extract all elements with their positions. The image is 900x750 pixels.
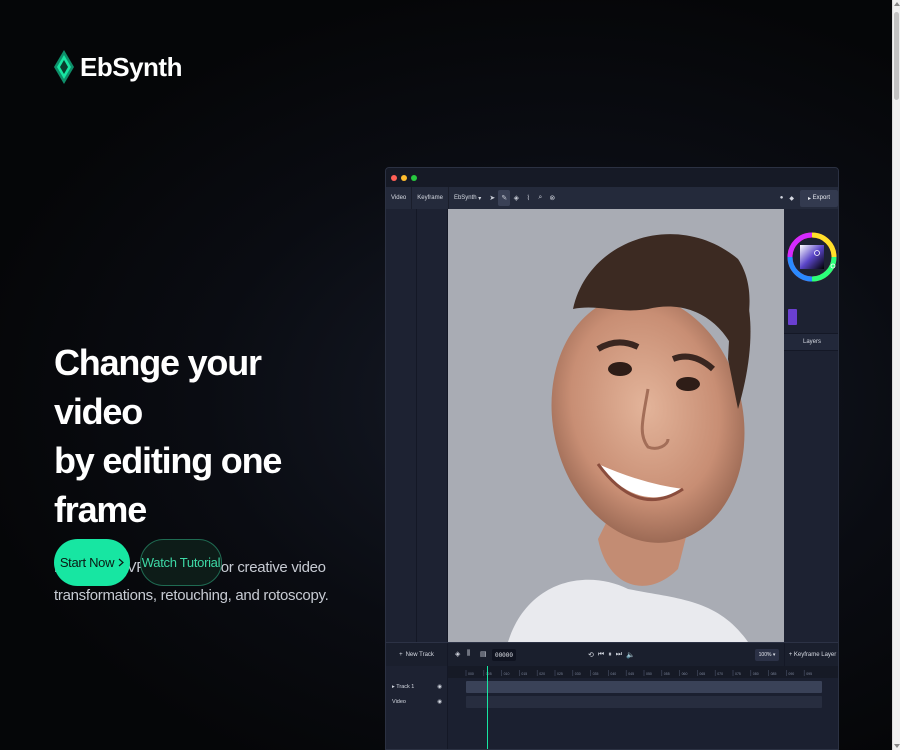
app-window: Video Keyframe EbSynth ▾ ➤ ✎ ◈ ⌇ ⌕ ⊗ ● ◆… xyxy=(385,167,839,750)
ruler-tick-label: 065 xyxy=(699,672,705,676)
site-logo[interactable]: EbSynth xyxy=(54,50,182,84)
keyframe-diamond-icon[interactable]: ◈ xyxy=(455,650,460,658)
tab-ebsynth[interactable]: EbSynth ▾ xyxy=(449,187,486,209)
tab-video[interactable]: Video xyxy=(386,187,413,209)
keyframe-layer-button[interactable]: + Keyframe Layer xyxy=(784,643,838,667)
scroll-up-arrow-icon[interactable] xyxy=(894,2,900,6)
zoom-select[interactable]: 100% ▾ xyxy=(755,649,779,661)
hero-title-line1: Change your video xyxy=(54,342,262,432)
selected-color-swatch[interactable] xyxy=(788,309,797,325)
skip-forward-icon[interactable]: ⏭ xyxy=(616,651,622,659)
start-now-label: Start Now xyxy=(59,555,115,570)
chevron-down-icon: ▾ xyxy=(478,195,482,202)
hero-title-line2: by editing one frame xyxy=(54,440,282,530)
brush-icon[interactable]: ✎ xyxy=(498,190,511,206)
chevron-right-icon xyxy=(118,558,125,567)
scrollbar-thumb[interactable] xyxy=(894,12,899,100)
ruler-tick-label: 085 xyxy=(771,672,777,676)
brand-name: EbSynth xyxy=(80,51,182,82)
bell-icon[interactable]: ◆ xyxy=(789,195,794,202)
ruler-tick-label: 035 xyxy=(593,672,599,676)
ruler-tick-label: 015 xyxy=(521,672,527,676)
ruler-tick-label: 025 xyxy=(557,672,563,676)
cta-group: Start Now Watch Tutorial xyxy=(54,539,222,586)
timeline-ruler[interactable]: 000 005 010 015 020 025 030 035 040 045 050 055 060 0… xyxy=(448,666,838,678)
loop-icon[interactable]: ⟲ xyxy=(588,651,594,659)
toolbar-right: ● ◆ ▸ Export xyxy=(780,187,838,209)
track-row-1[interactable]: ▸ Track 1 ◉ xyxy=(386,679,448,694)
keyframe-layer-label: Keyframe Layer xyxy=(793,652,837,658)
window-titlebar xyxy=(386,168,838,187)
playhead[interactable] xyxy=(487,666,488,749)
select-icon[interactable]: ➤ xyxy=(486,190,498,206)
ruler-tick-label: 055 xyxy=(664,672,670,676)
eye-icon[interactable]: ◉ xyxy=(437,684,442,690)
watch-tutorial-button[interactable]: Watch Tutorial xyxy=(140,539,222,586)
track-list: ▸ Track 1 ◉ Video ◉ xyxy=(386,666,448,749)
tab-keyframe-label: Keyframe xyxy=(417,195,443,201)
frame-counter-value: 00000 xyxy=(494,651,513,659)
video-track-clip[interactable] xyxy=(466,696,822,708)
watch-tutorial-label: Watch Tutorial xyxy=(141,555,221,570)
lasso-icon[interactable]: ⊗ xyxy=(546,190,558,206)
color-wheel[interactable] xyxy=(784,211,839,311)
left-panel-secondary xyxy=(417,209,448,642)
ruler-tick-label: 090 xyxy=(788,672,794,676)
track-1-clip[interactable] xyxy=(466,681,822,693)
skip-back-icon[interactable]: ⏮ xyxy=(598,651,604,659)
page-scrollbar[interactable] xyxy=(892,0,900,750)
left-panel xyxy=(386,209,417,642)
track-video-name: Video xyxy=(392,698,406,705)
layers-label: Layers xyxy=(802,339,821,345)
zoom-value: 100% xyxy=(758,652,772,658)
portrait-frame-image xyxy=(448,209,784,642)
playback-controls: + New Track ◈ ⫼ ▤ 00000 ⟲ ⏮ ⏸ ⏭ 🔈 100% ▾… xyxy=(386,642,838,667)
ruler-tick-label: 045 xyxy=(628,672,634,676)
track-1-name: ▸ Track 1 xyxy=(392,683,415,690)
start-now-button[interactable]: Start Now xyxy=(54,539,130,586)
ruler-tick-label: 020 xyxy=(539,672,545,676)
ruler-tick-label: 030 xyxy=(575,672,581,676)
user-icon[interactable]: ● xyxy=(780,195,784,201)
new-track-label: New Track xyxy=(405,652,434,658)
pause-icon[interactable]: ⏸ xyxy=(608,651,612,659)
eraser-icon[interactable]: ◈ xyxy=(510,190,522,206)
track-row-video[interactable]: Video ◉ xyxy=(386,694,448,709)
trash-icon[interactable]: ▤ xyxy=(480,650,487,658)
close-window-icon[interactable] xyxy=(391,174,397,181)
ruler-tick-label: 095 xyxy=(806,672,812,676)
layers-header[interactable]: Layers xyxy=(784,333,838,351)
maximize-window-icon[interactable] xyxy=(411,174,417,181)
timeline-area[interactable] xyxy=(448,678,838,749)
ruler-tick-label: 000 xyxy=(468,672,474,676)
hero-title: Change your video by editing one frame xyxy=(54,338,354,534)
picker-icon[interactable]: ⌕ xyxy=(534,190,546,206)
minimize-window-icon[interactable] xyxy=(401,174,407,181)
ruler-tick-label: 040 xyxy=(610,672,616,676)
tab-keyframe[interactable]: Keyframe xyxy=(412,187,449,209)
video-preview[interactable] xyxy=(448,209,784,642)
export-label: Export xyxy=(812,195,831,201)
scroll-down-arrow-icon[interactable] xyxy=(894,744,900,748)
right-panel: Layers xyxy=(784,209,839,642)
split-icon[interactable]: ⫼ xyxy=(467,650,470,658)
plus-icon: + xyxy=(399,652,403,658)
ruler-tick-label: 060 xyxy=(682,672,688,676)
frame-counter[interactable]: 00000 xyxy=(492,649,516,661)
eye-icon[interactable]: ◉ xyxy=(437,699,442,705)
fill-icon[interactable]: ⌇ xyxy=(522,190,534,206)
volume-icon[interactable]: 🔈 xyxy=(626,651,635,659)
new-track-button[interactable]: + New Track xyxy=(386,643,448,667)
transport-controls: ⟲ ⏮ ⏸ ⏭ 🔈 xyxy=(588,643,635,667)
ruler-tick-label: 010 xyxy=(504,672,510,676)
ruler-tick-label: 080 xyxy=(753,672,759,676)
ebsynth-logo-icon xyxy=(54,50,74,84)
ruler-tick-label: 070 xyxy=(717,672,723,676)
app-toolbar: Video Keyframe EbSynth ▾ ➤ ✎ ◈ ⌇ ⌕ ⊗ ● ◆… xyxy=(386,187,838,209)
ruler-tick-label: 050 xyxy=(646,672,652,676)
ruler-tick-label: 075 xyxy=(735,672,741,676)
tab-video-label: Video xyxy=(391,195,407,201)
export-button[interactable]: ▸ Export xyxy=(800,189,838,207)
tab-ebsynth-label: EbSynth xyxy=(453,195,477,201)
